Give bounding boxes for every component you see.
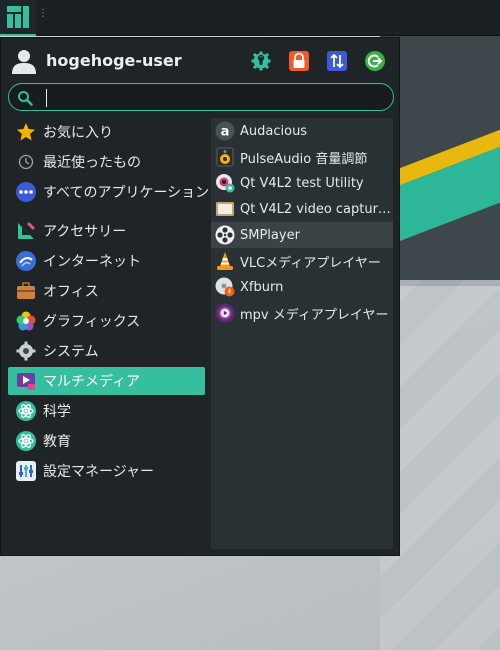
accessories-icon (15, 220, 37, 242)
logout-icon (365, 51, 385, 71)
application-list: a Audacious PulseAudio 音量調節 Qt V4L2 test… (211, 118, 393, 549)
more-dots-icon (15, 181, 37, 203)
vlc-cone-icon (215, 251, 235, 271)
category-label: グラフィックス (43, 314, 141, 330)
lock-icon (289, 51, 309, 71)
settings-button[interactable] (251, 51, 271, 71)
app-vlc[interactable]: VLCメディアプレイヤー (211, 248, 393, 274)
logout-button[interactable] (365, 51, 385, 71)
app-label: mpv メディアプレイヤー (240, 307, 389, 323)
switch-user-icon (327, 51, 347, 71)
app-audacious[interactable]: a Audacious (211, 118, 393, 144)
settings-manager-icon (15, 460, 37, 482)
app-mpv[interactable]: mpv メディアプレイヤー (211, 300, 393, 326)
category-all-applications[interactable]: すべてのアプリケーション (8, 178, 209, 206)
internet-icon (15, 250, 37, 272)
app-smplayer[interactable]: SMPlayer (211, 222, 393, 248)
app-xfburn[interactable]: Xfburn (211, 274, 393, 300)
app-qt-v4l2-video-capture[interactable]: Qt V4L2 video capture… (211, 196, 393, 222)
multimedia-icon (15, 370, 37, 392)
panel-handle-icon[interactable]: ⋮ (38, 9, 48, 19)
category-office[interactable]: オフィス (8, 277, 205, 305)
disc-burn-icon (215, 277, 235, 297)
film-reel-icon (215, 225, 235, 245)
audacious-icon: a (215, 121, 235, 141)
search-icon (18, 91, 33, 106)
app-label: Audacious (240, 123, 308, 139)
whisker-menu: hogehoge-user お気に入り 最近使ったもの すべてのアプリケーション… (0, 37, 400, 556)
speaker-icon (215, 147, 235, 167)
category-graphics[interactable]: グラフィックス (8, 307, 205, 335)
category-system[interactable]: システム (8, 337, 205, 365)
svg-text:a: a (221, 125, 230, 140)
science-icon (15, 400, 37, 422)
category-label: マルチメディア (43, 374, 141, 390)
app-label: PulseAudio 音量調節 (240, 151, 368, 167)
video-capture-icon (215, 199, 235, 219)
system-gear-icon (15, 340, 37, 362)
app-pulseaudio-volume[interactable]: PulseAudio 音量調節 (211, 144, 393, 170)
app-label: Xfburn (240, 279, 284, 295)
category-label: システム (43, 344, 99, 360)
category-label: すべてのアプリケーション (43, 185, 210, 201)
settings-icon (251, 51, 271, 71)
star-icon (15, 121, 37, 143)
app-qt-v4l2-test[interactable]: Qt V4L2 test Utility (211, 170, 393, 196)
app-label: VLCメディアプレイヤー (240, 255, 381, 271)
menu-header: hogehoge-user (1, 38, 401, 82)
education-icon (15, 430, 37, 452)
briefcase-icon (15, 280, 37, 302)
category-accessories[interactable]: アクセサリー (8, 217, 205, 245)
category-settings-manager[interactable]: 設定マネージャー (8, 457, 205, 485)
category-recent[interactable]: 最近使ったもの (8, 148, 205, 176)
search-bar (8, 83, 394, 111)
user-avatar-icon (12, 50, 36, 74)
category-multimedia[interactable]: マルチメディア (8, 367, 205, 395)
category-label: アクセサリー (43, 224, 127, 240)
app-label: SMPlayer (240, 227, 300, 243)
graphics-icon (15, 310, 37, 332)
mpv-icon (215, 303, 235, 323)
category-favorites[interactable]: お気に入り (8, 118, 205, 146)
category-label: 科学 (43, 404, 71, 420)
lock-button[interactable] (289, 51, 309, 71)
category-science[interactable]: 科学 (8, 397, 205, 425)
text-caret (46, 89, 47, 107)
manjaro-logo-icon (7, 6, 29, 28)
category-internet[interactable]: インターネット (8, 247, 205, 275)
search-input[interactable] (39, 87, 379, 107)
category-label: 最近使ったもの (43, 155, 141, 171)
switch-user-button[interactable] (327, 51, 347, 71)
category-education[interactable]: 教育 (8, 427, 205, 455)
top-panel: ⋮ (0, 0, 500, 36)
category-label: 設定マネージャー (43, 464, 155, 480)
app-label: Qt V4L2 video capture… (240, 201, 392, 217)
webcam-icon (215, 173, 235, 193)
username: hogehoge-user (46, 51, 182, 70)
category-label: 教育 (43, 434, 71, 450)
app-label: Qt V4L2 test Utility (240, 175, 364, 191)
whisker-menu-button[interactable] (0, 0, 36, 36)
category-label: インターネット (43, 254, 141, 270)
clock-icon (15, 151, 37, 173)
category-label: オフィス (43, 284, 99, 300)
category-label: お気に入り (43, 125, 113, 141)
